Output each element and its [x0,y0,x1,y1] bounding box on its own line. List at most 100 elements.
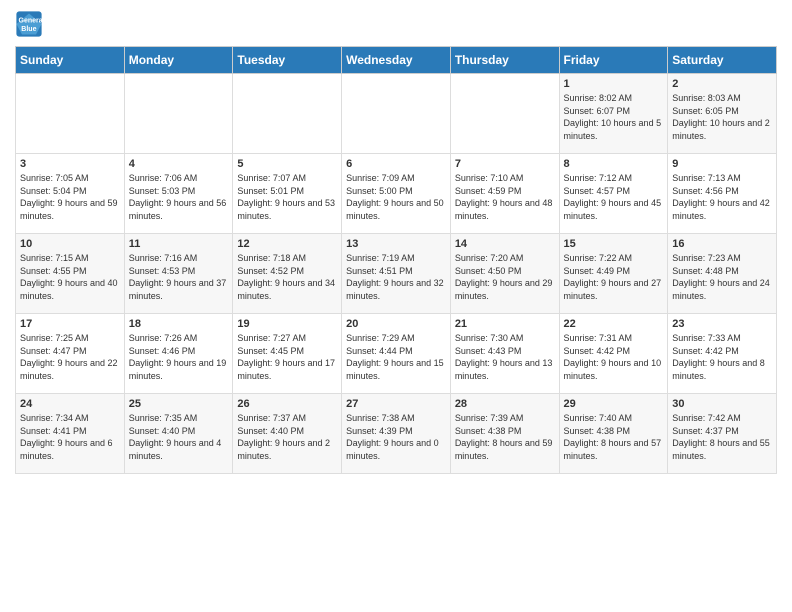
day-info: Sunrise: 7:13 AM Sunset: 4:56 PM Dayligh… [672,172,772,222]
week-row-0: 1 Sunrise: 8:02 AM Sunset: 6:07 PM Daylig… [16,74,777,154]
day-info: Sunrise: 8:02 AM Sunset: 6:07 PM Dayligh… [564,92,664,142]
calendar-cell: 3 Sunrise: 7:05 AM Sunset: 5:04 PM Daylig… [16,154,125,234]
calendar-cell: 29 Sunrise: 7:40 AM Sunset: 4:38 PM Dayli… [559,394,668,474]
calendar-cell: 15 Sunrise: 7:22 AM Sunset: 4:49 PM Dayli… [559,234,668,314]
day-info: Sunrise: 7:05 AM Sunset: 5:04 PM Dayligh… [20,172,120,222]
svg-text:General: General [19,18,44,25]
week-row-4: 24 Sunrise: 7:34 AM Sunset: 4:41 PM Dayli… [16,394,777,474]
day-number: 23 [672,318,772,330]
day-number: 18 [129,318,229,330]
calendar-cell: 18 Sunrise: 7:26 AM Sunset: 4:46 PM Dayli… [124,314,233,394]
day-number: 13 [346,238,446,250]
header-wednesday: Wednesday [342,47,451,74]
calendar-cell [16,74,125,154]
day-number: 11 [129,238,229,250]
day-number: 21 [455,318,555,330]
day-info: Sunrise: 7:27 AM Sunset: 4:45 PM Dayligh… [237,332,337,382]
day-info: Sunrise: 7:33 AM Sunset: 4:42 PM Dayligh… [672,332,772,382]
day-info: Sunrise: 7:18 AM Sunset: 4:52 PM Dayligh… [237,252,337,302]
calendar-cell: 27 Sunrise: 7:38 AM Sunset: 4:39 PM Dayli… [342,394,451,474]
day-info: Sunrise: 7:15 AM Sunset: 4:55 PM Dayligh… [20,252,120,302]
header-friday: Friday [559,47,668,74]
calendar-cell: 14 Sunrise: 7:20 AM Sunset: 4:50 PM Dayli… [450,234,559,314]
logo: General Blue [15,10,47,38]
day-number: 29 [564,398,664,410]
day-info: Sunrise: 7:31 AM Sunset: 4:42 PM Dayligh… [564,332,664,382]
day-info: Sunrise: 7:19 AM Sunset: 4:51 PM Dayligh… [346,252,446,302]
day-info: Sunrise: 7:39 AM Sunset: 4:38 PM Dayligh… [455,412,555,462]
calendar-cell: 21Sunrise: 7:30 AM Sunset: 4:43 PM Dayli… [450,314,559,394]
day-number: 30 [672,398,772,410]
day-info: Sunrise: 7:35 AM Sunset: 4:40 PM Dayligh… [129,412,229,462]
calendar-cell: 26 Sunrise: 7:37 AM Sunset: 4:40 PM Dayli… [233,394,342,474]
day-info: Sunrise: 8:03 AM Sunset: 6:05 PM Dayligh… [672,92,772,142]
svg-text:Blue: Blue [21,26,36,33]
day-info: Sunrise: 7:20 AM Sunset: 4:50 PM Dayligh… [455,252,555,302]
day-number: 14 [455,238,555,250]
calendar-cell: 2 Sunrise: 8:03 AM Sunset: 6:05 PM Daylig… [668,74,777,154]
calendar-cell: 7 Sunrise: 7:10 AM Sunset: 4:59 PM Daylig… [450,154,559,234]
week-row-3: 17Sunrise: 7:25 AM Sunset: 4:47 PM Dayli… [16,314,777,394]
day-number: 1 [564,78,664,90]
calendar-cell: 11 Sunrise: 7:16 AM Sunset: 4:53 PM Dayli… [124,234,233,314]
calendar-header-row: SundayMondayTuesdayWednesdayThursdayFrid… [16,47,777,74]
day-number: 25 [129,398,229,410]
calendar-cell: 16 Sunrise: 7:23 AM Sunset: 4:48 PM Dayli… [668,234,777,314]
logo-icon: General Blue [15,10,43,38]
day-info: Sunrise: 7:10 AM Sunset: 4:59 PM Dayligh… [455,172,555,222]
day-number: 19 [237,318,337,330]
day-number: 10 [20,238,120,250]
day-info: Sunrise: 7:23 AM Sunset: 4:48 PM Dayligh… [672,252,772,302]
day-number: 15 [564,238,664,250]
calendar-table: SundayMondayTuesdayWednesdayThursdayFrid… [15,46,777,474]
header-monday: Monday [124,47,233,74]
calendar-cell: 4 Sunrise: 7:06 AM Sunset: 5:03 PM Daylig… [124,154,233,234]
day-info: Sunrise: 7:25 AM Sunset: 4:47 PM Dayligh… [20,332,120,382]
day-number: 28 [455,398,555,410]
day-info: Sunrise: 7:42 AM Sunset: 4:37 PM Dayligh… [672,412,772,462]
day-info: Sunrise: 7:12 AM Sunset: 4:57 PM Dayligh… [564,172,664,222]
day-info: Sunrise: 7:09 AM Sunset: 5:00 PM Dayligh… [346,172,446,222]
day-number: 3 [20,158,120,170]
day-info: Sunrise: 7:22 AM Sunset: 4:49 PM Dayligh… [564,252,664,302]
day-number: 7 [455,158,555,170]
header-thursday: Thursday [450,47,559,74]
calendar-cell: 13 Sunrise: 7:19 AM Sunset: 4:51 PM Dayli… [342,234,451,314]
day-info: Sunrise: 7:16 AM Sunset: 4:53 PM Dayligh… [129,252,229,302]
day-number: 26 [237,398,337,410]
calendar-cell [450,74,559,154]
week-row-1: 3 Sunrise: 7:05 AM Sunset: 5:04 PM Daylig… [16,154,777,234]
calendar-cell [233,74,342,154]
calendar-cell: 23 Sunrise: 7:33 AM Sunset: 4:42 PM Dayli… [668,314,777,394]
day-number: 27 [346,398,446,410]
calendar-cell: 28 Sunrise: 7:39 AM Sunset: 4:38 PM Dayli… [450,394,559,474]
header-saturday: Saturday [668,47,777,74]
calendar-cell [342,74,451,154]
calendar-cell: 12 Sunrise: 7:18 AM Sunset: 4:52 PM Dayli… [233,234,342,314]
calendar-cell: 8Sunrise: 7:12 AM Sunset: 4:57 PM Daylig… [559,154,668,234]
header-sunday: Sunday [16,47,125,74]
day-info: Sunrise: 7:29 AM Sunset: 4:44 PM Dayligh… [346,332,446,382]
day-number: 6 [346,158,446,170]
day-info: Sunrise: 7:26 AM Sunset: 4:46 PM Dayligh… [129,332,229,382]
day-info: Sunrise: 7:40 AM Sunset: 4:38 PM Dayligh… [564,412,664,462]
day-number: 4 [129,158,229,170]
calendar-cell: 30 Sunrise: 7:42 AM Sunset: 4:37 PM Dayli… [668,394,777,474]
day-info: Sunrise: 7:06 AM Sunset: 5:03 PM Dayligh… [129,172,229,222]
day-number: 24 [20,398,120,410]
day-info: Sunrise: 7:38 AM Sunset: 4:39 PM Dayligh… [346,412,446,462]
calendar-cell [124,74,233,154]
week-row-2: 10 Sunrise: 7:15 AM Sunset: 4:55 PM Dayli… [16,234,777,314]
day-number: 16 [672,238,772,250]
day-number: 2 [672,78,772,90]
calendar-cell: 20Sunrise: 7:29 AM Sunset: 4:44 PM Dayli… [342,314,451,394]
calendar-cell: 9Sunrise: 7:13 AM Sunset: 4:56 PM Daylig… [668,154,777,234]
day-info: Sunrise: 7:34 AM Sunset: 4:41 PM Dayligh… [20,412,120,462]
calendar-cell: 24 Sunrise: 7:34 AM Sunset: 4:41 PM Dayli… [16,394,125,474]
calendar-cell: 5 Sunrise: 7:07 AM Sunset: 5:01 PM Daylig… [233,154,342,234]
calendar-cell: 25 Sunrise: 7:35 AM Sunset: 4:40 PM Dayli… [124,394,233,474]
day-number: 5 [237,158,337,170]
day-number: 12 [237,238,337,250]
day-info: Sunrise: 7:07 AM Sunset: 5:01 PM Dayligh… [237,172,337,222]
day-info: Sunrise: 7:37 AM Sunset: 4:40 PM Dayligh… [237,412,337,462]
